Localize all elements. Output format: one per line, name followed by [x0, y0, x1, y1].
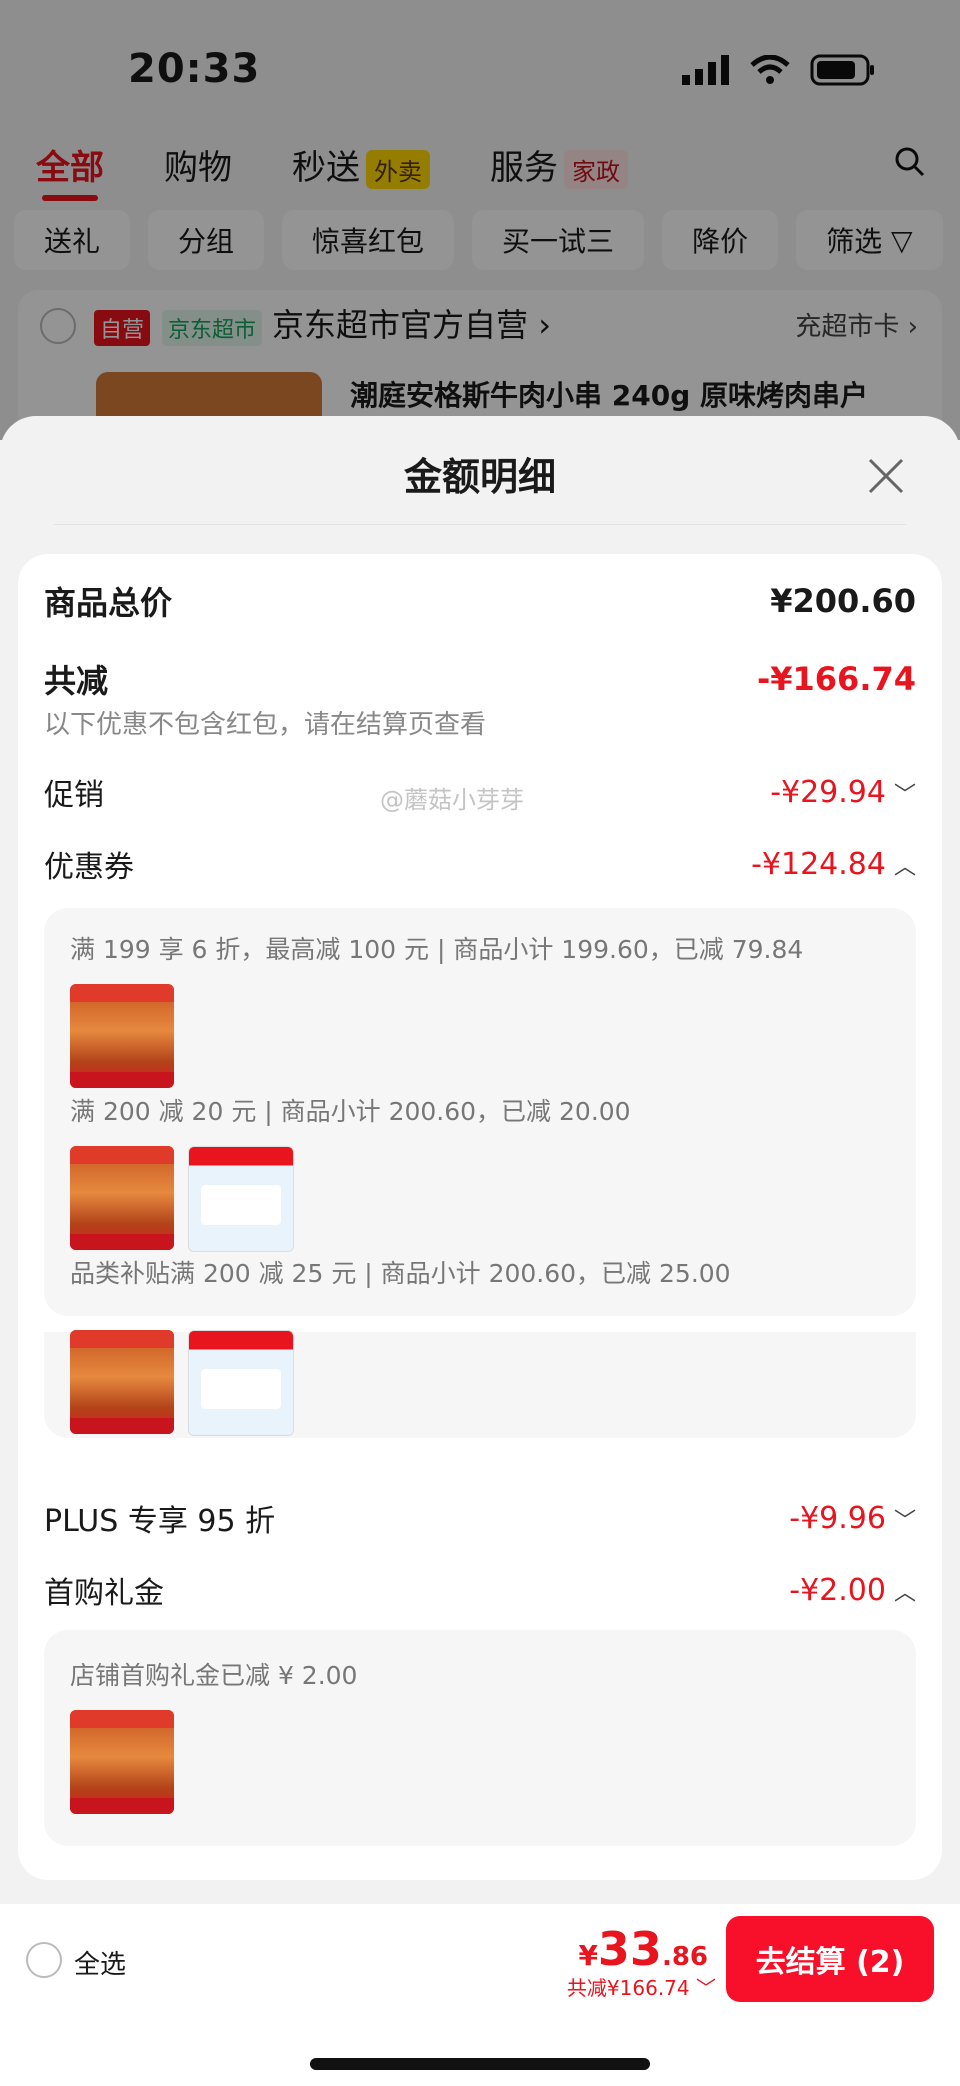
product-thumbnail[interactable]	[70, 1710, 174, 1814]
coupon-condition: 满 199 享 6 折，最高减 100 元 | 商品小计 199.60，已减 7…	[70, 935, 804, 964]
checkout-button[interactable]: 去结算 (2)	[726, 1916, 934, 2002]
coupon-detail-panel: 满 199 享 6 折，最高减 100 元 | 商品小计 199.60，已减 7…	[44, 908, 916, 1316]
select-all-label[interactable]: 全选	[74, 1944, 126, 1981]
promo-label: 促销	[44, 778, 104, 813]
final-price: ¥33.86	[578, 1922, 708, 1976]
chevron-down-icon: ﹀	[696, 1976, 716, 2000]
checkout-bar: 全选 ¥33.86 共减¥166.74 ﹀ 去结算 (2)	[0, 1904, 960, 2086]
product-thumbnail[interactable]	[70, 1330, 174, 1434]
coupon-condition: 满 200 减 20 元 | 商品小计 200.60，已减 20.00	[70, 1097, 631, 1126]
close-icon[interactable]	[866, 456, 906, 496]
plus-row[interactable]: PLUS 专享 95 折 -¥9.96 ﹀	[44, 1496, 916, 1540]
reduce-row: 共减 -¥166.74	[44, 656, 916, 702]
total-row: 商品总价 ¥200.60	[44, 578, 916, 624]
saved-amount[interactable]: 共减¥166.74 ﹀	[567, 1972, 716, 2001]
plus-value: -¥9.96	[789, 1500, 886, 1536]
plus-label: PLUS 专享 95 折	[44, 1504, 276, 1539]
product-thumbnail[interactable]	[188, 1330, 294, 1436]
gift-items	[70, 1710, 174, 1814]
chevron-up-icon: ︿	[893, 1580, 916, 1606]
gift-detail-panel: 店铺首购礼金已减 ¥ 2.00	[44, 1630, 916, 1846]
sheet-title: 金额明细	[403, 455, 556, 499]
select-all-checkbox[interactable]	[26, 1942, 62, 1978]
amount-detail-sheet: 金额明细 商品总价 ¥200.60 共减 -¥166.74 以下优惠不包含红包，…	[0, 416, 960, 2086]
modal-overlay[interactable]	[0, 0, 960, 440]
product-thumbnail[interactable]	[70, 1146, 174, 1250]
reduce-note: 以下优惠不包含红包，请在结算页查看	[44, 710, 487, 740]
gift-label: 首购礼金	[44, 1576, 164, 1611]
coupon-detail-panel-tail	[44, 1330, 916, 1438]
coupon-row[interactable]: 优惠券 -¥124.84 ︿	[44, 842, 916, 886]
coupon-label: 优惠券	[44, 850, 134, 885]
coupon-value: -¥124.84	[751, 846, 886, 882]
total-label: 商品总价	[44, 584, 173, 622]
gift-row[interactable]: 首购礼金 -¥2.00 ︿	[44, 1568, 916, 1612]
gift-condition: 店铺首购礼金已减 ¥ 2.00	[70, 1661, 358, 1690]
coupon-items	[70, 1330, 294, 1436]
product-thumbnail[interactable]	[70, 984, 174, 1088]
product-thumbnail[interactable]	[188, 1146, 294, 1252]
home-indicator	[310, 2058, 650, 2070]
coupon-items	[70, 1146, 294, 1252]
reduce-value: -¥166.74	[756, 660, 916, 698]
chevron-down-icon: ﹀	[893, 782, 916, 808]
total-value: ¥200.60	[770, 582, 916, 620]
divider	[54, 524, 906, 525]
chevron-down-icon: ﹀	[893, 1508, 916, 1534]
promo-value: -¥29.94	[770, 774, 886, 810]
coupon-condition: 品类补贴满 200 减 25 元 | 商品小计 200.60，已减 25.00	[70, 1259, 731, 1288]
coupon-items	[70, 984, 174, 1088]
reduce-label: 共减	[44, 662, 109, 700]
watermark: @蘑菇小芽芽	[380, 786, 524, 814]
gift-value: -¥2.00	[789, 1572, 886, 1608]
chevron-up-icon: ︿	[893, 854, 916, 880]
